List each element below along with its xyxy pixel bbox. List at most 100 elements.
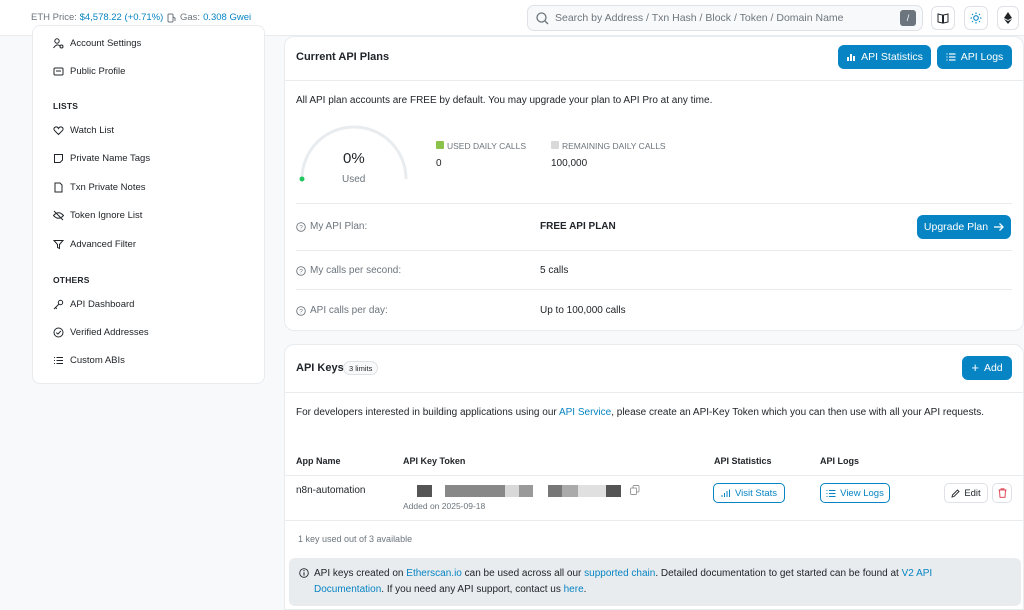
upgrade-plan-button[interactable]: Upgrade Plan (917, 215, 1011, 239)
eth-price: ETH Price: $4,578.22 (+0.71%) (31, 12, 163, 23)
sidebar-item-verified-addresses[interactable]: Verified Addresses (53, 327, 149, 338)
sidebar-item-label: Advanced Filter (70, 239, 137, 250)
divider (285, 475, 1023, 476)
used-legend-swatch (436, 141, 444, 149)
delete-key-button[interactable] (992, 483, 1012, 503)
notice-text-4: . If you need any API support, contact u… (381, 584, 564, 595)
sun-icon (970, 12, 982, 24)
gas-pump-icon (167, 13, 176, 22)
svg-text:?: ? (299, 308, 303, 315)
question-circle-icon: ? (296, 305, 306, 316)
trash-icon (998, 488, 1006, 498)
calls-per-day-label: ? API calls per day: (296, 305, 388, 316)
remaining-legend-swatch (551, 141, 559, 149)
sidebar-item-account-settings[interactable]: Account Settings (53, 38, 141, 49)
user-gear-icon (53, 38, 64, 49)
file-icon (54, 182, 63, 193)
filter-icon (53, 240, 64, 250)
search-input[interactable] (555, 12, 900, 24)
svg-text:?: ? (299, 268, 303, 275)
ethereum-icon (1004, 12, 1012, 24)
api-service-link[interactable]: API Service (559, 407, 611, 418)
gas-price: Gas: 0.308 Gwei (167, 12, 251, 23)
gauge-label: Used (342, 174, 366, 185)
notice-text-2: can be used across all our (461, 568, 585, 579)
col-api-key-token: API Key Token (403, 456, 466, 466)
add-key-button[interactable]: + Add (962, 356, 1012, 380)
search-icon (536, 11, 549, 24)
id-card-icon (53, 67, 64, 76)
lists-heading: LISTS (53, 101, 79, 111)
calls-per-second-value: 5 calls (540, 265, 569, 276)
added-date: Added on 2025-09-18 (403, 501, 486, 511)
my-api-plan-value: FREE API PLAN (540, 221, 616, 232)
visit-stats-label: Visit Stats (734, 487, 778, 499)
key-mask-segment (445, 485, 505, 497)
gas-value[interactable]: 0.308 Gwei (203, 12, 251, 23)
sidebar-item-label: Verified Addresses (70, 327, 149, 338)
sidebar-item-public-profile[interactable]: Public Profile (53, 66, 125, 77)
remaining-daily-value: 100,000 (551, 158, 588, 169)
list-icon (54, 357, 63, 364)
divider (285, 392, 1023, 393)
sidebar-item-advanced-filter[interactable]: Advanced Filter (53, 239, 136, 250)
book-icon (937, 13, 949, 24)
sidebar-item-api-dashboard[interactable]: API Dashboard (53, 299, 134, 310)
sidebar-item-private-name-tags[interactable]: Private Name Tags (53, 153, 150, 164)
notice-text-5: . (583, 584, 587, 595)
calls-per-day-label-text: API calls per day: (310, 305, 388, 316)
my-api-plan-label-text: My API Plan: (310, 221, 368, 232)
visit-stats-button[interactable]: Visit Stats (713, 483, 785, 503)
question-circle-icon: ? (296, 265, 306, 276)
remaining-daily-label: REMAINING DAILY CALLS (562, 141, 666, 151)
search-box[interactable]: / (527, 5, 923, 31)
upgrade-plan-label: Upgrade Plan (923, 221, 989, 233)
api-notice-text: API keys created on Etherscan.io can be … (314, 566, 1004, 598)
plus-icon: + (971, 360, 979, 375)
search-shortcut-badge: / (900, 10, 916, 26)
api-notice-alert: API keys created on Etherscan.io can be … (289, 558, 1021, 606)
sidebar-item-label: API Dashboard (70, 299, 135, 310)
bar-chart-icon (721, 489, 730, 497)
list-icon (826, 489, 836, 497)
used-daily-label: USED DAILY CALLS (447, 141, 527, 151)
view-logs-button[interactable]: View Logs (820, 483, 890, 503)
sidebar-item-txn-private-notes[interactable]: Txn Private Notes (53, 182, 146, 193)
heart-icon (53, 126, 64, 136)
support-here-link[interactable]: here (564, 584, 584, 595)
sidebar-item-label: Custom ABIs (70, 355, 125, 366)
edit-key-button[interactable]: Edit (944, 483, 988, 503)
notice-text-3: . Detailed documentation to get started … (655, 568, 902, 579)
desc-text-2: , please create an API-Key Token which y… (611, 407, 985, 418)
book-button[interactable] (931, 6, 955, 30)
supported-chain-link[interactable]: supported chain (584, 568, 655, 579)
key-mask-segment (519, 485, 533, 497)
col-app-name: App Name (296, 456, 341, 466)
api-statistics-label: API Statistics (861, 51, 923, 63)
sidebar-item-token-ignore-list[interactable]: Token Ignore List (53, 210, 142, 221)
api-plans-intro: All API plan accounts are FREE by defaul… (296, 95, 713, 106)
arrow-right-icon (994, 223, 1005, 231)
eth-price-value[interactable]: $4,578.22 (+0.71%) (80, 12, 164, 23)
calls-per-day-value: Up to 100,000 calls (540, 305, 626, 316)
theme-toggle-button[interactable] (964, 6, 988, 30)
sidebar-item-watch-list[interactable]: Watch List (53, 125, 114, 136)
api-statistics-button[interactable]: API Statistics (838, 45, 931, 69)
view-logs-label: View Logs (840, 487, 884, 499)
copy-icon[interactable] (630, 485, 640, 495)
edit-key-label: Edit (964, 487, 981, 499)
others-heading: OTHERS (53, 275, 90, 285)
sidebar-item-custom-abis[interactable]: Custom ABIs (53, 355, 125, 366)
used-daily-value: 0 (436, 158, 442, 169)
desc-text-1: For developers interested in building ap… (296, 407, 559, 418)
key-mask-segment (562, 485, 578, 497)
my-api-plan-label: ? My API Plan: (296, 221, 367, 232)
calls-per-second-label-text: My calls per second: (310, 265, 402, 276)
limit-badge: 3 limits (343, 361, 379, 375)
etherscan-link[interactable]: Etherscan.io (406, 568, 462, 579)
api-logs-button[interactable]: API Logs (937, 45, 1012, 69)
sticky-note-icon (54, 154, 63, 163)
svg-text:?: ? (299, 224, 303, 231)
api-keys-description: For developers interested in building ap… (296, 405, 986, 421)
network-button[interactable] (997, 6, 1019, 30)
